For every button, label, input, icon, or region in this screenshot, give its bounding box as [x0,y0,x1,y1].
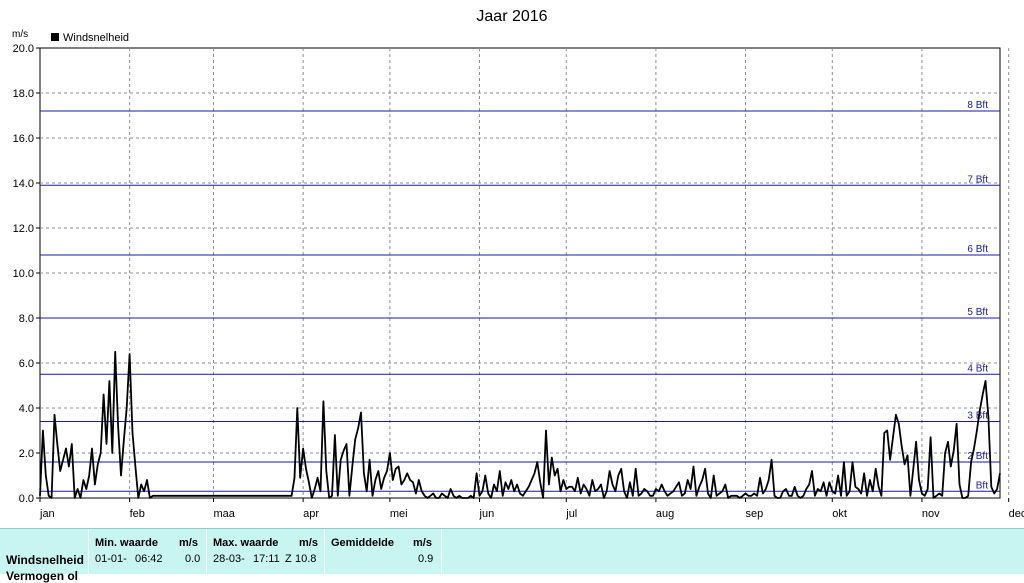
x-tick-label: jun [479,508,495,520]
max-time: 17:11 [253,553,280,565]
x-tick-label: nov [922,508,940,520]
avg-cell: Gemiddelde m/s 0.9 [324,529,442,574]
x-tick-label: dec [1009,508,1024,520]
beaufort-label: 6 Bft [967,244,988,255]
wind-chart: Jaar 2016 m/s Windsnelheid Bft2 Bft3 Bft… [12,8,1024,520]
max-date: 28-03- [213,553,245,565]
x-tick-label: aug [656,508,674,520]
min-time: 06:42 [135,553,163,565]
avg-header: Gemiddelde [331,537,394,549]
beaufort-label: Bft [976,480,988,491]
x-tick-label: jul [565,508,577,520]
max-value: 10.8 [295,553,317,565]
min-cell: Min. waarde m/s 01-01- 06:42 0.0 [88,529,207,574]
legend-label: Windsnelheid [63,32,129,44]
x-tick-label: okt [832,508,847,520]
max-header: Max. waarde [213,537,279,549]
beaufort-label: 5 Bft [967,307,988,318]
y-tick-label: 12.0 [13,223,34,235]
avg-unit: m/s [413,537,432,549]
y-tick-label: 4.0 [19,403,34,415]
min-value: 0.0 [185,553,201,565]
stats-row-label: Windsnelheid [6,553,84,567]
min-unit: m/s [179,537,198,549]
beaufort-label: 4 Bft [967,363,988,374]
max-cell: Max. waarde m/s 28-03- 17:11 Z 10.8 [206,529,325,574]
statistics-panel: Windsnelheid Vermogen ol Min. waarde m/s… [0,528,1024,583]
max-unit: m/s [299,537,318,549]
y-tick-label: 16.0 [13,133,34,145]
y-tick-label: 10.0 [13,268,34,280]
max-direction: Z [285,553,292,565]
x-tick-label: mei [390,508,408,520]
avg-value: 0.9 [418,553,434,565]
y-tick-label: 20.0 [13,43,34,55]
x-tick-label: maa [213,508,235,520]
beaufort-label: 8 Bft [967,100,988,111]
x-tick-label: apr [303,508,319,520]
beaufort-label: 7 Bft [967,174,988,185]
y-tick-label: 6.0 [19,358,34,370]
x-tick-label: sep [746,508,764,520]
y-tick-label: 0.0 [19,493,34,505]
y-tick-label: 2.0 [19,448,34,460]
stats-row-label-2: Vermogen ol [6,569,79,583]
y-tick-label: 14.0 [13,178,34,190]
chart-title: Jaar 2016 [476,8,547,25]
y-tick-label: 18.0 [13,88,34,100]
x-tick-label: jan [39,508,55,520]
legend-swatch [51,33,59,41]
y-tick-label: 8.0 [19,313,34,325]
min-date: 01-01- [95,553,127,565]
x-tick-label: feb [130,508,145,520]
min-header: Min. waarde [95,537,158,549]
y-axis-unit: m/s [12,29,28,40]
